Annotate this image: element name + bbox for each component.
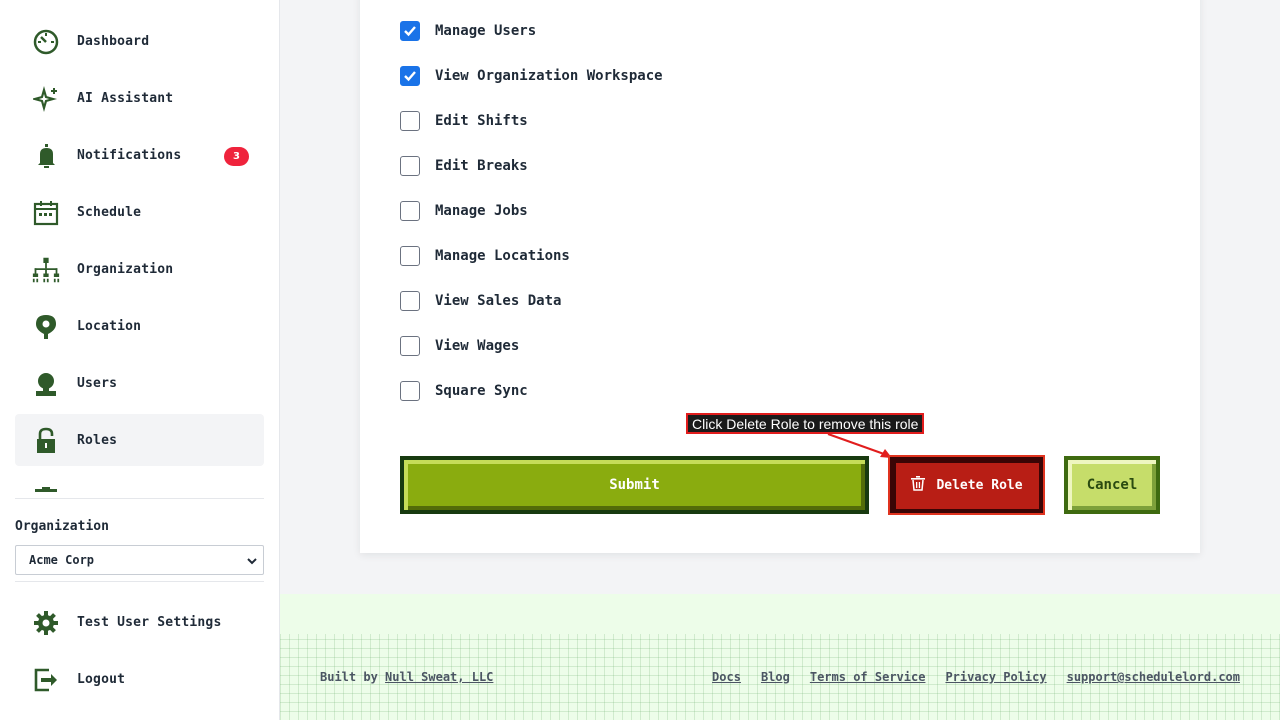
footer-top-band xyxy=(280,594,1280,634)
sidebar-item-label: Dashboard xyxy=(77,33,150,49)
dashboard-gauge-icon xyxy=(32,28,60,56)
cancel-button[interactable]: Cancel xyxy=(1064,456,1160,514)
permission-label: Edit Shifts xyxy=(435,113,528,129)
checkbox[interactable] xyxy=(400,156,420,176)
trash-icon xyxy=(910,475,926,495)
sidebar-item-organization[interactable]: Organization xyxy=(15,243,264,295)
permission-label: Manage Jobs xyxy=(435,203,528,219)
checkbox[interactable] xyxy=(400,381,420,401)
notification-count-badge: 3 xyxy=(224,147,249,166)
briefcase-icon xyxy=(32,484,60,492)
sidebar-item-label: Roles xyxy=(77,432,118,448)
permission-label: View Sales Data xyxy=(435,293,562,309)
checkbox-checked[interactable] xyxy=(400,21,420,41)
logout-icon xyxy=(32,666,60,694)
org-chart-icon xyxy=(32,256,60,284)
permission-view-wages[interactable]: View Wages xyxy=(400,335,519,357)
permission-label: Manage Locations xyxy=(435,248,570,264)
sidebar-item-schedule[interactable]: Schedule xyxy=(15,186,264,238)
sparkle-icon xyxy=(32,85,60,113)
built-by-prefix: Built by xyxy=(320,670,378,684)
map-pin-icon xyxy=(32,313,60,341)
sidebar-item-partial[interactable] xyxy=(15,471,264,492)
organization-label: Organization xyxy=(15,519,109,534)
sidebar-item-label: Location xyxy=(77,318,142,334)
cancel-button-label: Cancel xyxy=(1086,477,1138,493)
sidebar-item-label: Test User Settings xyxy=(77,614,222,630)
sidebar-item-test-user-settings[interactable]: Test User Settings xyxy=(15,596,264,648)
bell-icon xyxy=(32,142,60,170)
permission-edit-shifts[interactable]: Edit Shifts xyxy=(400,110,528,132)
sidebar-item-roles[interactable]: Roles xyxy=(15,414,264,466)
sidebar-divider xyxy=(15,498,264,499)
footer-link-blog[interactable]: Blog xyxy=(761,670,790,684)
sidebar-item-label: Users xyxy=(77,375,118,391)
checkbox[interactable] xyxy=(400,111,420,131)
sidebar-item-dashboard[interactable]: Dashboard xyxy=(15,15,264,67)
permission-square-sync[interactable]: Square Sync xyxy=(400,380,528,402)
gear-icon xyxy=(32,609,60,637)
footer-links: Docs Blog Terms of Service Privacy Polic… xyxy=(712,670,1240,684)
sidebar-item-label: Organization xyxy=(77,261,174,277)
footer-link-privacy[interactable]: Privacy Policy xyxy=(945,670,1046,684)
footer-link-support-email[interactable]: support@schedulelord.com xyxy=(1067,670,1240,684)
delete-role-button-label: Delete Role xyxy=(936,477,1023,493)
permission-manage-jobs[interactable]: Manage Jobs xyxy=(400,200,528,222)
sidebar-item-ai-assistant[interactable]: AI Assistant xyxy=(15,72,264,124)
lock-open-icon xyxy=(32,427,60,455)
permission-label: View Wages xyxy=(435,338,520,354)
sidebar-item-logout[interactable]: Logout xyxy=(15,653,264,705)
checkbox-checked[interactable] xyxy=(400,66,420,86)
sidebar-item-location[interactable]: Location xyxy=(15,300,264,352)
permission-manage-locations[interactable]: Manage Locations xyxy=(400,245,570,267)
built-by-text: Built by Null Sweat, LLC xyxy=(320,670,493,684)
permission-view-organization-workspace[interactable]: View Organization Workspace xyxy=(400,65,663,87)
permission-edit-breaks[interactable]: Edit Breaks xyxy=(400,155,528,177)
checkbox[interactable] xyxy=(400,336,420,356)
permission-label: View Organization Workspace xyxy=(435,68,663,84)
delete-role-button[interactable]: Delete Role xyxy=(888,455,1045,515)
chevron-down-icon xyxy=(247,555,257,569)
organization-select-value: Acme Corp xyxy=(29,553,95,567)
user-icon xyxy=(32,370,60,398)
submit-button-label: Submit xyxy=(609,477,660,493)
permission-view-sales-data[interactable]: View Sales Data xyxy=(400,290,561,312)
calendar-icon xyxy=(32,199,60,227)
footer: Built by Null Sweat, LLC Docs Blog Terms… xyxy=(280,594,1280,720)
organization-select[interactable]: Acme Corp xyxy=(15,545,264,575)
permission-label: Manage Users xyxy=(435,23,537,39)
sidebar-item-label: Notifications xyxy=(77,147,182,163)
built-by-link[interactable]: Null Sweat, LLC xyxy=(385,670,493,684)
sidebar-item-notifications[interactable]: Notifications 3 xyxy=(15,129,264,181)
permission-label: Square Sync xyxy=(435,383,528,399)
sidebar: Dashboard AI Assistant Notifications 3 S… xyxy=(0,0,280,720)
permission-label: Edit Breaks xyxy=(435,158,528,174)
checkbox[interactable] xyxy=(400,246,420,266)
footer-link-docs[interactable]: Docs xyxy=(712,670,741,684)
submit-button[interactable]: Submit xyxy=(400,456,869,514)
sidebar-item-users[interactable]: Users xyxy=(15,357,264,409)
sidebar-item-label: AI Assistant xyxy=(77,90,174,106)
sidebar-item-label: Logout xyxy=(77,671,126,687)
checkbox[interactable] xyxy=(400,201,420,221)
sidebar-nav: Dashboard AI Assistant Notifications 3 S… xyxy=(15,0,264,492)
checkbox[interactable] xyxy=(400,291,420,311)
permission-manage-users[interactable]: Manage Users xyxy=(400,20,536,42)
sidebar-item-label: Schedule xyxy=(77,204,142,220)
sidebar-divider xyxy=(15,581,264,582)
footer-link-terms[interactable]: Terms of Service xyxy=(810,670,926,684)
